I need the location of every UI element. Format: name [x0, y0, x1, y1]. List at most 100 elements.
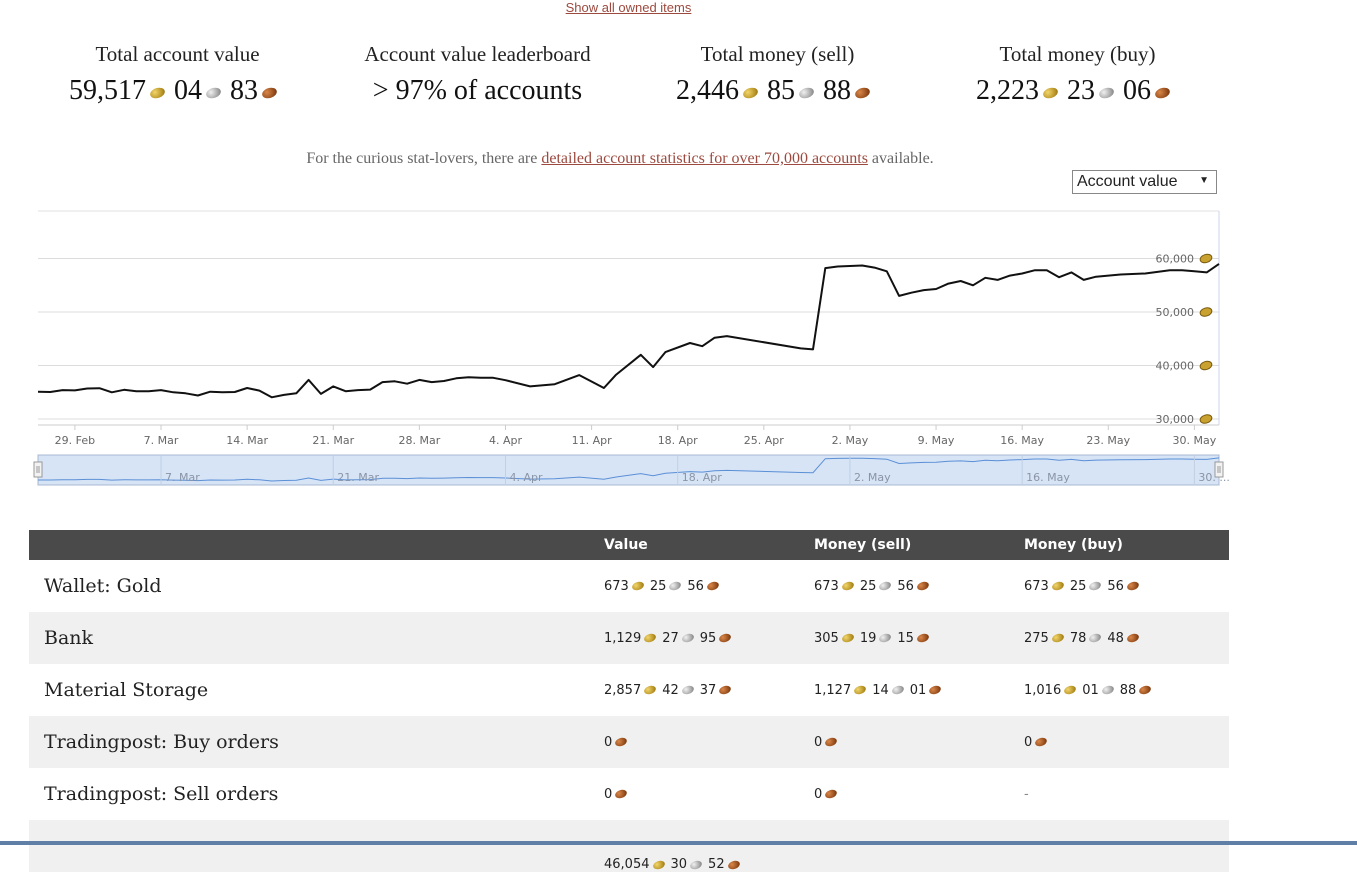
silver-coin-icon — [668, 580, 683, 592]
copper-amount: 37 — [699, 682, 717, 698]
table-row: Wallet: Gold 673 25 56 673 25 56 673 25 56 — [29, 560, 1229, 612]
gold-coin-icon — [1199, 414, 1213, 424]
x-tick-label: 11. Apr — [572, 434, 612, 447]
x-tick-label: 29. Feb — [55, 434, 95, 447]
copper-amount: 52 — [708, 857, 725, 872]
row-name: Tradingpost: Buy orders — [29, 716, 604, 768]
row-buy-cell — [1024, 820, 1229, 872]
account-value-chart[interactable]: 30,000 40,000 50,000 60,000 29. Feb 7. Mar 14… — [0, 0, 1357, 500]
copper-amount: 0 — [604, 786, 613, 802]
copper-coin-icon — [1034, 736, 1049, 748]
gold-amount: 275 — [1024, 630, 1049, 646]
x-tick-label: 7. Mar — [144, 434, 179, 447]
silver-coin-icon — [1100, 684, 1115, 696]
silver-coin-icon — [680, 632, 695, 644]
silver-amount: 78 — [1069, 630, 1087, 646]
navigator-tick-label: 18. Apr — [682, 471, 722, 484]
chart-x-axis: 29. Feb 7. Mar 14. Mar 21. Mar 28. Mar 4. Apr… — [55, 425, 1217, 447]
x-tick-label: 2. May — [832, 434, 869, 447]
silver-amount: 01 — [1082, 682, 1099, 698]
copper-amount: 48 — [1107, 630, 1124, 646]
copper-coin-icon — [928, 684, 943, 696]
y-tick-label: 30,000 — [1156, 413, 1195, 426]
row-sell-cell — [814, 820, 1024, 872]
navigator-tick-label: 2. May — [854, 471, 891, 484]
silver-amount: 30 — [670, 857, 688, 872]
silver-amount: 42 — [662, 682, 679, 698]
row-value-cell: 2,857 42 37 — [604, 664, 814, 716]
value-breakdown-table: Value Money (sell) Money (buy) Wallet: G… — [29, 530, 1229, 872]
copper-coin-icon — [614, 788, 629, 800]
gold-amount: 46,054 — [604, 857, 650, 872]
row-name — [29, 820, 604, 872]
row-name: Material Storage — [44, 679, 209, 701]
copper-coin-icon — [705, 580, 720, 592]
silver-coin-icon — [1088, 580, 1103, 592]
gold-coin-icon — [840, 580, 855, 592]
gold-coin-icon — [840, 632, 855, 644]
silver-amount: 14 — [872, 682, 889, 698]
gold-coin-icon — [1199, 253, 1213, 264]
empty-value: - — [1024, 786, 1029, 802]
gold-amount: 305 — [814, 630, 839, 646]
silver-amount: 25 — [1069, 578, 1087, 594]
navigator-tick-label: 16. May — [1026, 471, 1070, 484]
gold-amount: 1,016 — [1024, 682, 1062, 698]
row-value-cell: 673 25 56 — [604, 560, 814, 612]
gold-coin-icon — [1050, 632, 1065, 644]
x-tick-label: 30. May — [1173, 434, 1217, 447]
row-value-cell: 46,054 30 52 — [604, 820, 814, 872]
x-tick-label: 14. Mar — [226, 434, 268, 447]
copper-amount: 88 — [1119, 682, 1137, 698]
copper-amount: 0 — [1024, 734, 1033, 750]
navigator-left-handle[interactable] — [33, 461, 43, 478]
x-tick-label: 18. Apr — [658, 434, 698, 447]
copper-amount: 95 — [699, 630, 717, 646]
row-sell-cell: 1,127 14 01 — [814, 664, 1024, 716]
gold-coin-icon — [1050, 580, 1065, 592]
copper-coin-icon — [1125, 580, 1140, 592]
copper-amount: 0 — [814, 786, 823, 802]
y-tick-label: 60,000 — [1156, 253, 1195, 266]
navigator-tick-label: 4. Apr — [509, 471, 542, 484]
row-buy-cell: - — [1024, 768, 1229, 820]
x-tick-label: 21. Mar — [312, 434, 354, 447]
table-row: Tradingpost: Sell orders 0 0 - — [29, 768, 1229, 820]
copper-coin-icon — [1138, 684, 1153, 696]
table-row: Material Storage 2,857 42 37 1,127 14 01 1,016 0… — [29, 664, 1229, 716]
copper-amount: 56 — [1107, 578, 1124, 594]
copper-amount: 56 — [687, 578, 704, 594]
silver-amount: 19 — [859, 630, 877, 646]
gold-coin-icon — [1199, 307, 1213, 317]
navigator-right-handle[interactable] — [1214, 461, 1224, 478]
gold-coin-icon — [651, 858, 666, 871]
y-tick-label: 50,000 — [1156, 306, 1195, 319]
account-value-line — [37, 263, 1220, 399]
row-name: Wallet: Gold — [44, 575, 162, 597]
silver-coin-icon — [890, 684, 905, 696]
gold-amount: 2,857 — [604, 682, 642, 698]
copper-coin-icon — [726, 858, 741, 871]
row-buy-cell: 275 78 48 — [1024, 612, 1229, 664]
silver-amount: 25 — [649, 578, 667, 594]
y-tick-label: 40,000 — [1156, 360, 1195, 373]
gold-coin-icon — [1063, 684, 1078, 696]
table-header-row: Value Money (sell) Money (buy) — [29, 530, 1229, 560]
chart-navigator[interactable]: 7. Mar 21. Mar 4. Apr 18. Apr 2. May 16. May 3… — [33, 454, 1230, 486]
silver-coin-icon — [1088, 632, 1103, 644]
x-tick-label: 16. May — [1000, 434, 1044, 447]
table-header-money-sell: Money (sell) — [814, 530, 1024, 560]
row-name: Bank — [29, 612, 604, 664]
row-sell-cell: 673 25 56 — [814, 560, 1024, 612]
silver-coin-icon — [878, 632, 893, 644]
copper-amount: 15 — [897, 630, 914, 646]
copper-coin-icon — [824, 788, 839, 800]
silver-amount: 25 — [859, 578, 877, 594]
row-sell-cell: 305 19 15 — [814, 612, 1024, 664]
row-value-cell: 0 — [604, 716, 814, 768]
copper-coin-icon — [915, 632, 930, 644]
row-name: Tradingpost: Sell orders — [44, 783, 279, 805]
silver-coin-icon — [689, 858, 703, 871]
table-row: Bank 1,129 27 95 305 19 15 275 78 48 — [29, 612, 1229, 664]
gold-coin-icon — [643, 632, 658, 644]
